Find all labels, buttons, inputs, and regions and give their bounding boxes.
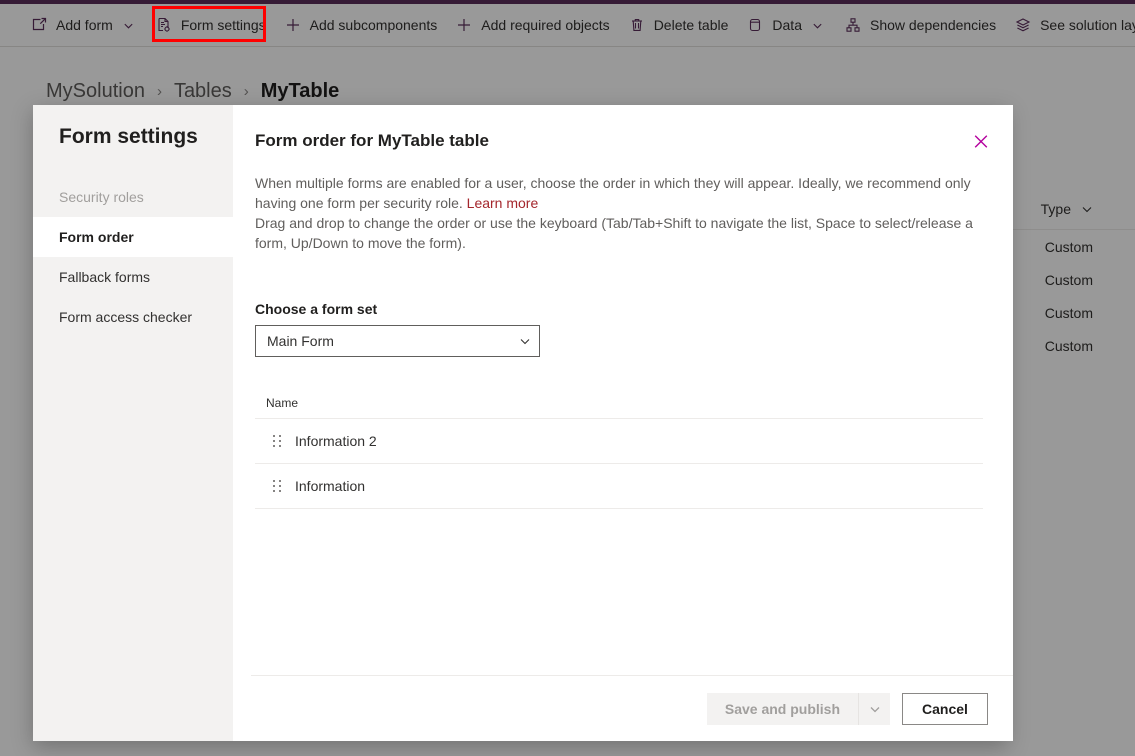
sidebar-item-form-access-checker[interactable]: Form access checker [33, 297, 233, 337]
form-settings-dialog: Form settings Security roles Form order … [33, 105, 1013, 741]
sidebar-item-fallback-forms[interactable]: Fallback forms [33, 257, 233, 297]
chevron-down-icon [858, 692, 890, 725]
dialog-nav-title: Form settings [59, 125, 198, 148]
save-and-publish-button: Save and publish [724, 700, 840, 717]
dialog-footer: Save and publish Cancel [251, 675, 1013, 741]
chevron-down-icon [519, 335, 531, 347]
dialog-description-text: When multiple forms are enabled for a us… [255, 175, 971, 211]
form-set-dropdown-value: Main Form [267, 333, 334, 349]
sidebar-item-label: Form order [59, 229, 134, 245]
sidebar-item-form-order[interactable]: Form order [33, 217, 233, 257]
drag-handle-icon[interactable] [273, 479, 283, 493]
save-and-publish-split-button: Save and publish [706, 692, 890, 725]
form-set-dropdown[interactable]: Main Form [255, 325, 540, 357]
close-icon[interactable] [967, 127, 995, 155]
forms-list: Name Information 2 Information [255, 387, 983, 509]
forms-list-column-header: Name [255, 387, 983, 419]
sidebar-item-security-roles: Security roles [33, 177, 233, 217]
dialog-nav: Form settings Security roles Form order … [33, 105, 233, 741]
learn-more-link[interactable]: Learn more [467, 195, 539, 211]
list-item-label: Information 2 [295, 433, 377, 449]
list-item[interactable]: Information [255, 464, 983, 509]
page-title: Form order for MyTable table [255, 131, 489, 150]
dialog-description-secondary: Drag and drop to change the order or use… [255, 215, 973, 251]
cancel-button[interactable]: Cancel [902, 692, 988, 725]
drag-handle-icon[interactable] [273, 434, 283, 448]
sidebar-item-label: Security roles [59, 189, 144, 205]
dialog-body: Form order for MyTable table When multip… [233, 105, 1013, 675]
column-header-name: Name [266, 395, 299, 410]
list-item[interactable]: Information 2 [255, 419, 983, 464]
sidebar-item-label: Form access checker [59, 309, 193, 325]
form-set-label: Choose a form set [255, 301, 378, 317]
sidebar-item-label: Fallback forms [59, 269, 151, 285]
dialog-main: Form order for MyTable table When multip… [233, 105, 1013, 741]
dialog-description-primary: When multiple forms are enabled for a us… [255, 173, 983, 213]
list-item-label: Information [295, 478, 366, 494]
